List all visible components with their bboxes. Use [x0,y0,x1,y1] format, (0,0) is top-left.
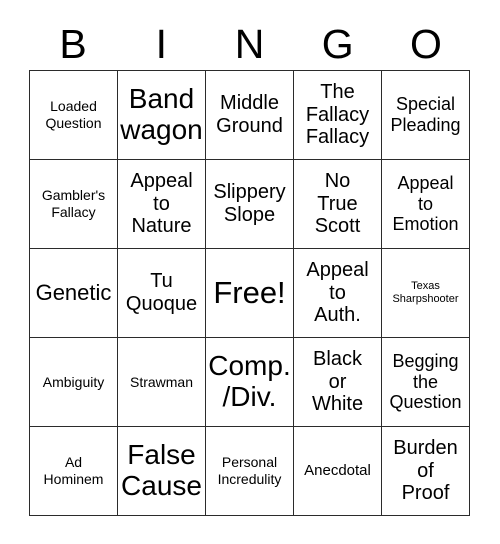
bingo-cell-label: Special Pleading [390,94,461,135]
bingo-cell-b5[interactable]: Ad Hominem [30,427,118,516]
bingo-cell-label: Black or White [311,347,364,416]
bingo-cell-label: No True Scott [314,169,361,238]
bingo-cell-label: Band wagon [120,83,203,145]
bingo-cell-i2[interactable]: Appeal to Nature [118,160,206,249]
bingo-cell-i4[interactable]: Strawman [118,338,206,427]
bingo-cell-n5[interactable]: Personal Incredulity [206,427,294,516]
bingo-cell-n1[interactable]: Middle Ground [206,71,294,160]
bingo-cell-label: Appeal to Nature [130,169,193,238]
bingo-cell-label: Appeal to Auth. [306,258,369,327]
bingo-cell-label: Texas Sharpshooter [392,279,459,305]
bingo-cell-b2[interactable]: Gambler's Fallacy [30,160,118,249]
bingo-cell-label: Gambler's Fallacy [41,187,106,220]
bingo-cell-g3[interactable]: Appeal to Auth. [294,249,382,338]
bingo-cell-o5[interactable]: Burden of Proof [382,427,470,516]
bingo-cell-g2[interactable]: No True Scott [294,160,382,249]
bingo-header-row: B I N G O [29,18,470,70]
header-letter-o: O [409,20,442,67]
bingo-cell-label: False Cause [121,439,202,501]
bingo-cell-label: Strawman [129,373,194,390]
bingo-cell-label: Appeal to Emotion [392,173,459,235]
bingo-cell-g4[interactable]: Black or White [294,338,382,427]
bingo-cell-free-space[interactable]: Free! [206,249,294,338]
bingo-cell-label: Genetic [35,279,112,305]
bingo-cell-o2[interactable]: Appeal to Emotion [382,160,470,249]
bingo-cell-o3[interactable]: Texas Sharpshooter [382,249,470,338]
bingo-cell-i5[interactable]: False Cause [118,427,206,516]
bingo-cell-g5[interactable]: Anecdotal [294,427,382,516]
bingo-cell-label: Slippery Slope [213,181,286,226]
bingo-card: B I N G O Loaded Question Band wagon Mid… [0,0,500,544]
bingo-cell-b3[interactable]: Genetic [30,249,118,338]
bingo-cell-label: Comp. /Div. [208,350,291,412]
bingo-cell-label: Middle Ground [216,92,283,137]
bingo-cell-label: Begging the Question [389,351,462,413]
header-letter-i: I [155,20,167,67]
bingo-cell-o1[interactable]: Special Pleading [382,71,470,160]
bingo-cell-label: Anecdotal [304,462,371,480]
bingo-cell-g1[interactable]: The Fallacy Fallacy [294,71,382,160]
bingo-cell-label: Tu Quoque [125,270,198,315]
bingo-cell-n2[interactable]: Slippery Slope [206,160,294,249]
header-letter-g: G [321,20,354,67]
bingo-cell-label: Loaded Question [45,98,102,131]
free-space-label: Free! [213,274,286,310]
header-letter-n: N [234,20,265,67]
bingo-cell-i1[interactable]: Band wagon [118,71,206,160]
bingo-cell-label: The Fallacy Fallacy [305,80,370,149]
bingo-grid: Loaded Question Band wagon Middle Ground… [29,70,470,516]
bingo-cell-label: Personal Incredulity [217,454,282,487]
bingo-cell-b1[interactable]: Loaded Question [30,71,118,160]
header-letter-b: B [59,20,87,67]
bingo-cell-label: Ad Hominem [43,454,104,487]
bingo-cell-i3[interactable]: Tu Quoque [118,249,206,338]
bingo-cell-b4[interactable]: Ambiguity [30,338,118,427]
bingo-cell-n4[interactable]: Comp. /Div. [206,338,294,427]
bingo-cell-label: Ambiguity [42,373,105,390]
bingo-cell-label: Burden of Proof [393,436,458,505]
bingo-cell-o4[interactable]: Begging the Question [382,338,470,427]
